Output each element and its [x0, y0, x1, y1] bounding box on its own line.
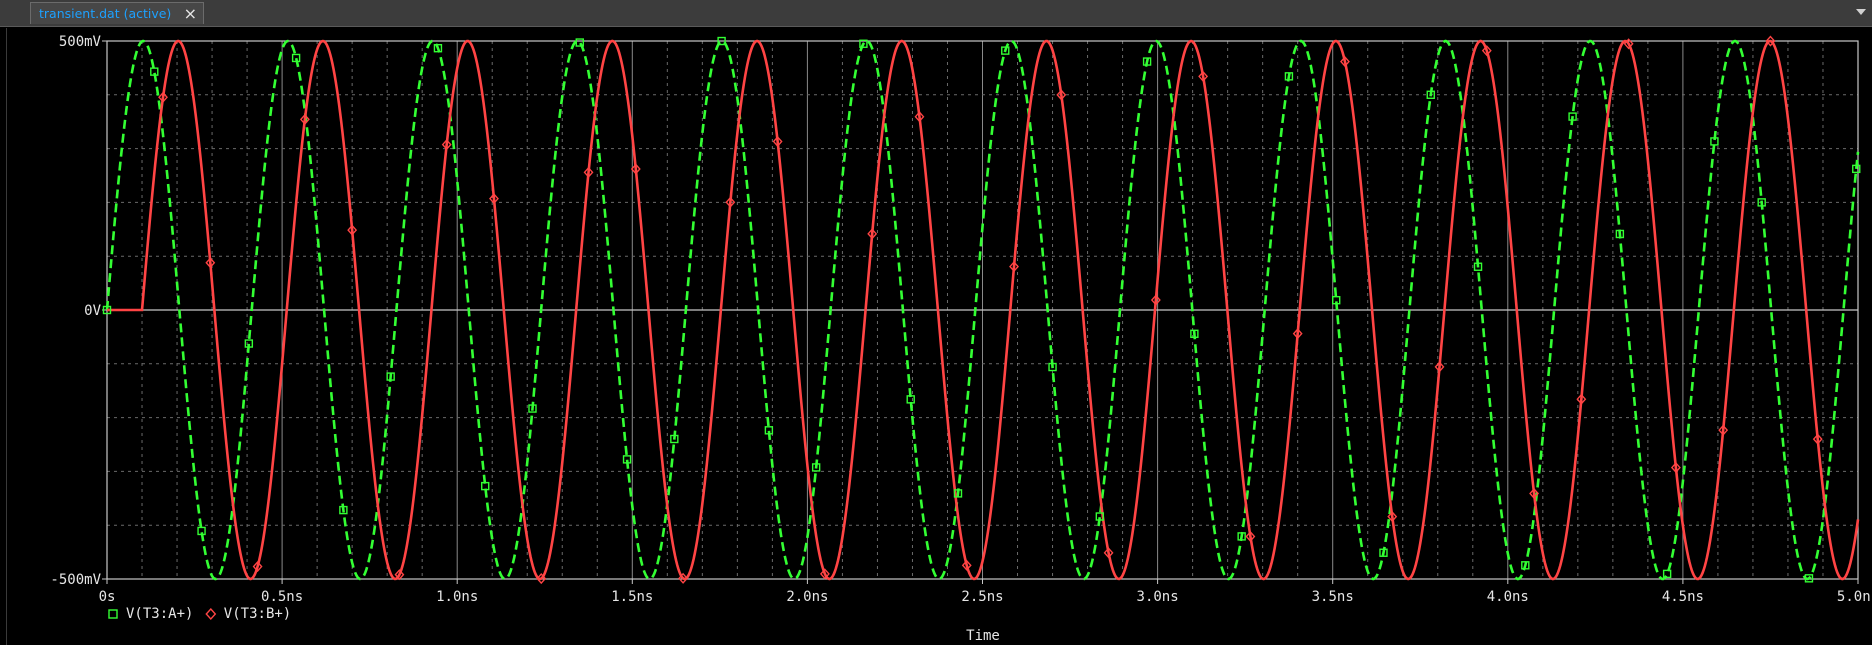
x-tick-label: 3.5ns: [1312, 589, 1354, 605]
x-tick-label: 5.0ns: [1837, 589, 1872, 605]
legend-label: V(T3:A+): [126, 606, 193, 622]
axes: [102, 40, 1859, 584]
y-tick-label: 500mV: [59, 34, 102, 50]
x-tick-label: 1.5ns: [611, 589, 653, 605]
x-tick-label: 4.5ns: [1662, 589, 1704, 605]
legend-diamond-icon: [205, 607, 217, 621]
x-tick-label: 0s: [99, 589, 116, 605]
x-tick-label: 4.0ns: [1487, 589, 1529, 605]
legend-square-icon: [108, 609, 118, 619]
x-tick-label: 3.0ns: [1137, 589, 1179, 605]
legend-label: V(T3:B+): [224, 606, 291, 622]
y-tick-label: 0V: [84, 303, 101, 319]
y-tick-label: -500mV: [50, 572, 101, 588]
x-tick-label: 2.0ns: [786, 589, 828, 605]
x-tick-label: 1.0ns: [436, 589, 478, 605]
plot-area[interactable]: 0s 0.5ns 1.0ns 1.5ns 2.0ns 2.5ns 3.0ns 3.5ns 4.0…: [0, 0, 1872, 645]
legend: V(T3:A+) V(T3:B+): [108, 606, 291, 622]
x-tick-label: 2.5ns: [961, 589, 1003, 605]
x-axis-label: Time: [966, 628, 1000, 644]
y-tick-labels: -500mV 0V 500mV: [50, 34, 101, 588]
marker-square: [481, 481, 490, 491]
x-tick-labels: 0s 0.5ns 1.0ns 1.5ns 2.0ns 2.5ns 3.0ns 3.5ns 4.0…: [99, 589, 1872, 605]
x-tick-label: 0.5ns: [261, 589, 303, 605]
